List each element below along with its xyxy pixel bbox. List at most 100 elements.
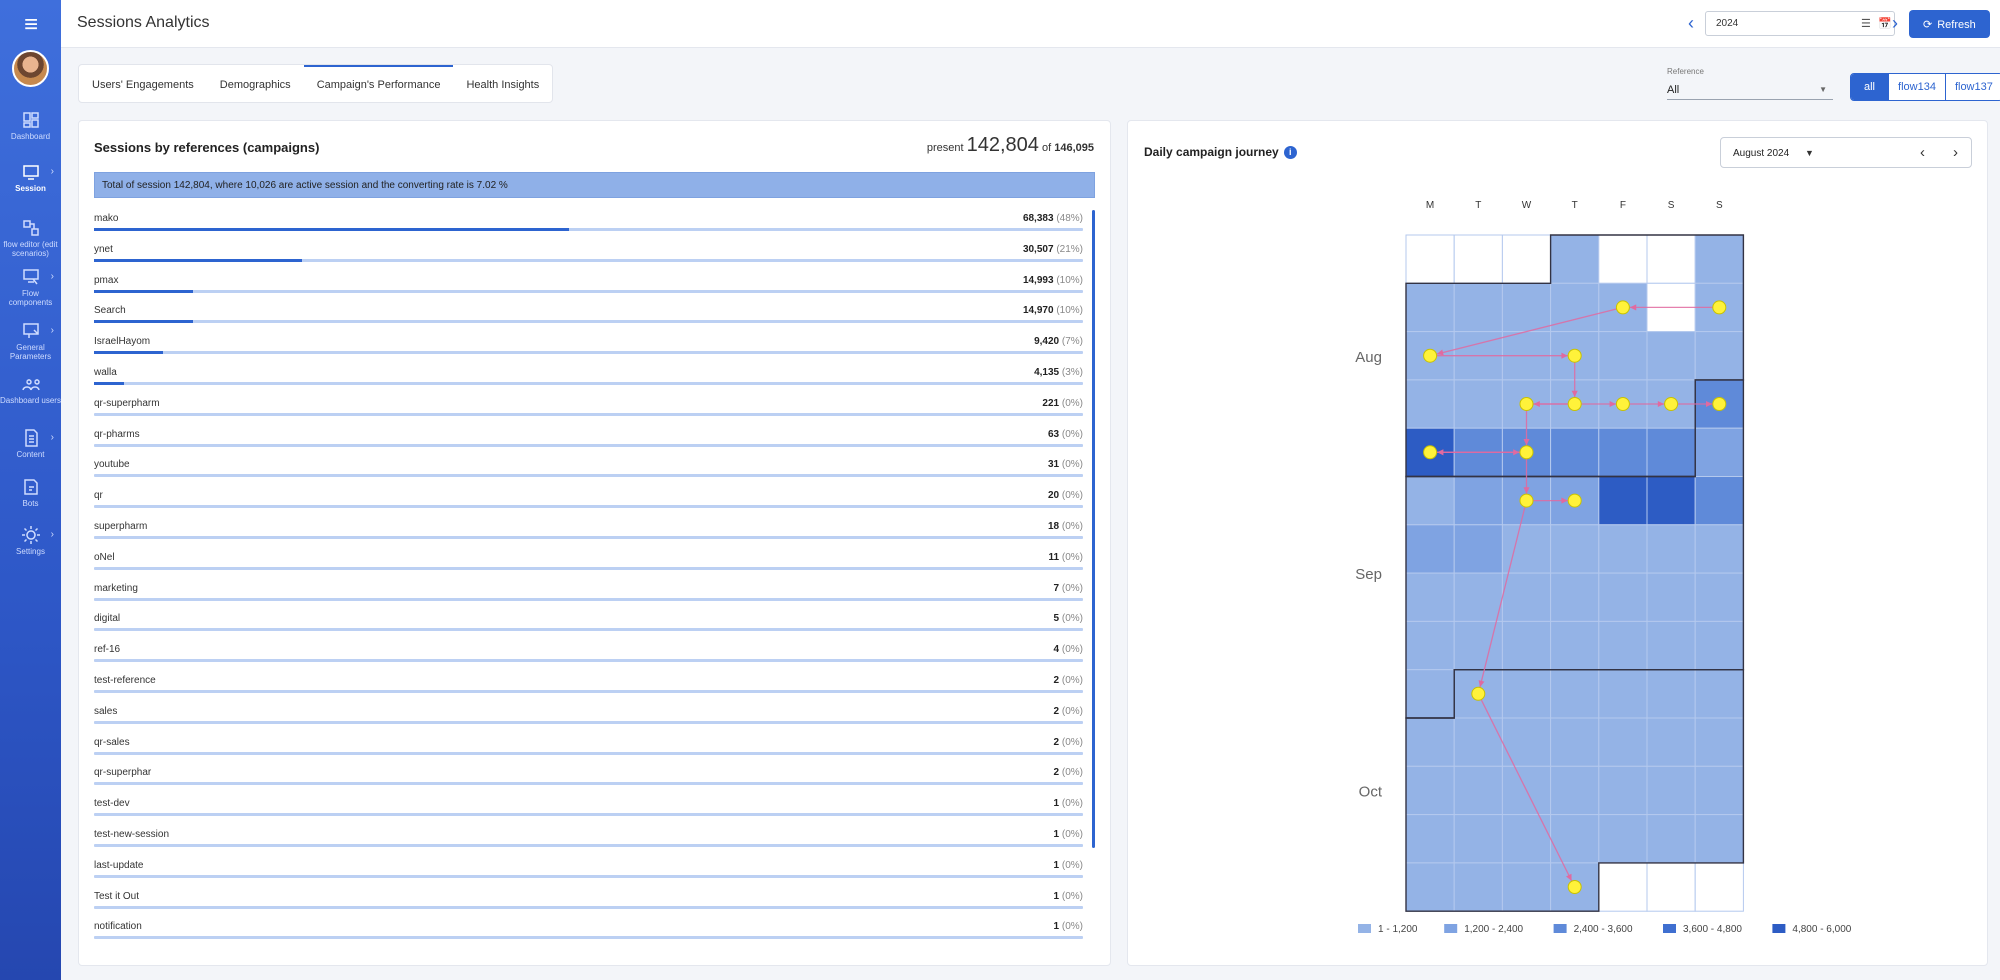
- year-input[interactable]: 2024 ☰ 📅: [1705, 11, 1895, 36]
- share-bar: [94, 258, 1083, 262]
- calendar-icon[interactable]: 📅: [1878, 17, 1892, 30]
- sidebar-item-session[interactable]: Session ›: [0, 162, 61, 193]
- calendar-cell: [1550, 427, 1600, 478]
- list-item[interactable]: marketing 7 (0%): [94, 579, 1095, 610]
- list-item[interactable]: test-dev 1 (0%): [94, 794, 1095, 825]
- calendar-cell: [1598, 234, 1648, 284]
- reference-name: notification: [94, 921, 142, 933]
- sidebar-item-flow-editor-edit-scenarios[interactable]: flow editor (edit scenarios): [0, 218, 61, 258]
- reference-name: test-reference: [94, 674, 156, 686]
- flow-toggle-flow137[interactable]: flow137: [1944, 74, 2000, 100]
- sidebar-item-flow-components[interactable]: Flow components ›: [0, 267, 61, 307]
- flow-toggle-all[interactable]: all: [1851, 74, 1889, 100]
- list-item[interactable]: qr-superpharm 221 (0%): [94, 394, 1095, 425]
- list-item[interactable]: qr-pharms 63 (0%): [94, 425, 1095, 456]
- list-item[interactable]: Test it Out 1 (0%): [94, 887, 1095, 918]
- calendar-cell: [1694, 427, 1744, 478]
- list-item[interactable]: superpharm 18 (0%): [94, 517, 1095, 548]
- calendar-cell: [1405, 572, 1455, 622]
- calendar-cell: [1405, 669, 1455, 719]
- list-item[interactable]: last-update 1 (0%): [94, 856, 1095, 887]
- list-item[interactable]: youtube 31 (0%): [94, 455, 1095, 486]
- list-item[interactable]: IsraelHayom 9,420 (7%): [94, 332, 1095, 363]
- sidebar: ≡ Dashboard Session › flow editor (edit sce…: [0, 0, 61, 980]
- tab-health-insights[interactable]: Health Insights: [453, 65, 552, 102]
- list-item[interactable]: qr 20 (0%): [94, 486, 1095, 517]
- share-bar: [94, 597, 1083, 601]
- calendar-cell: [1694, 331, 1744, 381]
- reference-select[interactable]: All ▼: [1667, 78, 1833, 100]
- tab-demographics[interactable]: Demographics: [207, 65, 304, 102]
- list-item[interactable]: mako 68,383 (48%): [94, 209, 1095, 240]
- sidebar-item-bots[interactable]: Bots: [0, 477, 61, 508]
- reference-value: 1 (0%): [1053, 921, 1083, 933]
- journey-point: [1712, 397, 1727, 411]
- share-bar: [94, 720, 1083, 724]
- list-item[interactable]: ynet 30,507 (21%): [94, 240, 1095, 271]
- share-bar: [94, 905, 1083, 909]
- year-next-button[interactable]: ›: [1892, 13, 1898, 34]
- share-bar: [94, 474, 1083, 478]
- list-item[interactable]: sales 2 (0%): [94, 702, 1095, 733]
- info-icon[interactable]: i: [1283, 146, 1297, 159]
- list-item[interactable]: walla 4,135 (3%): [94, 363, 1095, 394]
- share-bar: [94, 751, 1083, 755]
- list-icon[interactable]: ☰: [1861, 17, 1871, 30]
- month-next-icon[interactable]: ›: [1953, 144, 1958, 161]
- year-prev-button[interactable]: ‹: [1688, 13, 1694, 34]
- calendar-title: Daily campaign journey i: [1144, 145, 1297, 159]
- weekday-label: S: [1668, 200, 1675, 211]
- tab-campaign-s-performance[interactable]: Campaign's Performance: [303, 65, 454, 102]
- chevron-right-icon: ›: [50, 325, 54, 336]
- list-item[interactable]: qr-sales 2 (0%): [94, 733, 1095, 764]
- weekday-label: T: [1475, 200, 1481, 211]
- list-item[interactable]: test-reference 2 (0%): [94, 671, 1095, 702]
- sidebar-item-general-parameters[interactable]: General Parameters ›: [0, 321, 61, 361]
- calendar-cell: [1598, 765, 1648, 816]
- year-value: 2024: [1716, 18, 1739, 29]
- list-item[interactable]: qr-superphar 2 (0%): [94, 763, 1095, 794]
- menu-toggle-icon[interactable]: ≡: [17, 13, 45, 37]
- sidebar-item-dashboard-users[interactable]: Dashboard users: [0, 374, 61, 405]
- month-prev-icon[interactable]: ‹: [1920, 144, 1925, 161]
- reference-name: Search: [94, 305, 126, 317]
- calendar-cell: [1646, 331, 1696, 381]
- reference-value: 1 (0%): [1053, 798, 1083, 810]
- list-item[interactable]: Search 14,970 (10%): [94, 301, 1095, 332]
- calendar-cell: [1646, 572, 1696, 622]
- calendar-cell: [1501, 717, 1552, 767]
- calendar-cell: [1453, 862, 1503, 912]
- chevron-right-icon: ›: [50, 271, 54, 282]
- sidebar-item-settings[interactable]: Settings ›: [0, 525, 61, 556]
- calendar-cell: [1453, 234, 1503, 284]
- calendar-cell: [1501, 234, 1552, 284]
- list-item[interactable]: ref-16 4 (0%): [94, 640, 1095, 671]
- sidebar-item-dashboard[interactable]: Dashboard: [0, 110, 61, 141]
- list-item[interactable]: digital 5 (0%): [94, 609, 1095, 640]
- flow-toggle-flow134[interactable]: flow134: [1888, 74, 1945, 100]
- avatar[interactable]: [12, 50, 49, 87]
- reference-name: test-new-session: [94, 828, 170, 840]
- weekday-label: T: [1572, 200, 1578, 211]
- calendar-cell: [1598, 331, 1648, 381]
- calendar-cell: [1646, 476, 1696, 526]
- list-item[interactable]: oNel 11 (0%): [94, 548, 1095, 579]
- tab-users-engagements[interactable]: Users' Engagements: [79, 65, 207, 102]
- legend-label: 1 - 1,200: [1378, 924, 1418, 935]
- chevron-right-icon: ›: [50, 432, 54, 443]
- month-label: Aug: [1355, 349, 1382, 366]
- refresh-button[interactable]: ⟳ Refresh: [1909, 10, 1990, 38]
- calendar-cell: [1646, 717, 1696, 767]
- list-item[interactable]: test-new-session 1 (0%): [94, 825, 1095, 856]
- flow-components-icon: [22, 269, 39, 285]
- list-item[interactable]: notification 1 (0%): [94, 917, 1095, 948]
- month-select[interactable]: August 2024 ▼ ‹ ›: [1720, 137, 1972, 168]
- calendar-cell: [1453, 814, 1503, 864]
- calendar-cell: [1598, 814, 1648, 864]
- list-item[interactable]: pmax 14,993 (10%): [94, 271, 1095, 302]
- total-count: 146,095: [1054, 142, 1094, 154]
- sidebar-item-content[interactable]: Content ›: [0, 428, 61, 459]
- settings-icon: [21, 526, 40, 544]
- reference-label: Reference: [1667, 67, 1704, 76]
- list-scrollbar[interactable]: [1092, 210, 1095, 848]
